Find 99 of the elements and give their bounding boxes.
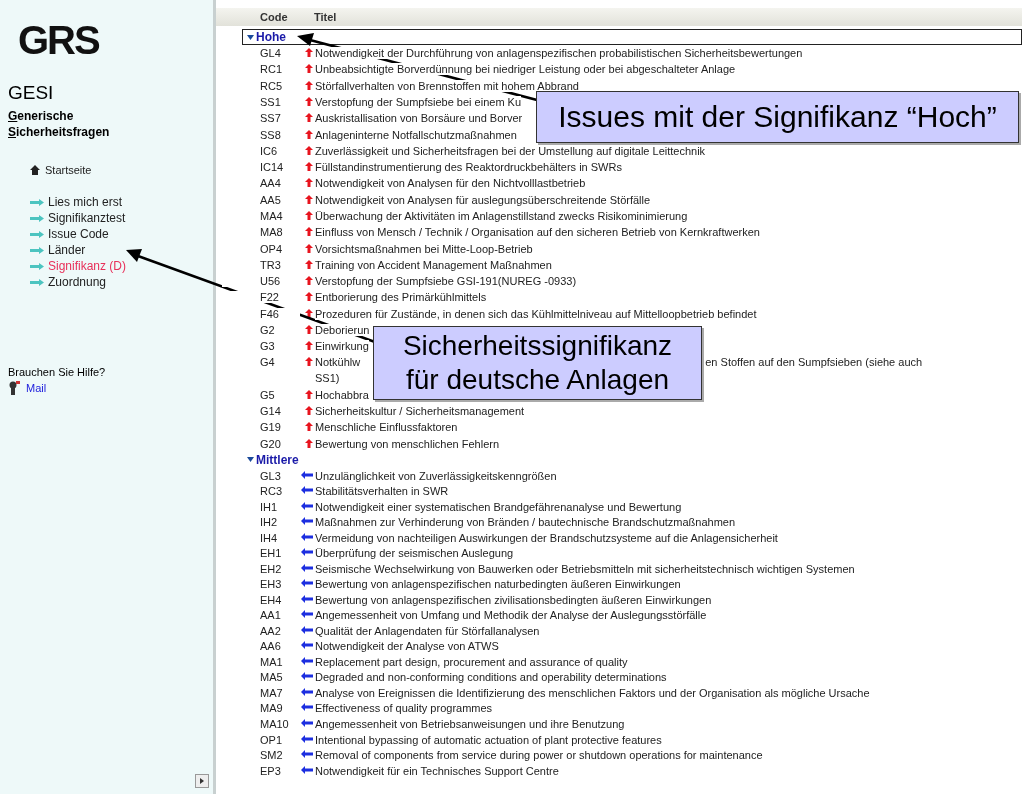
title-cell: Hochabbra (315, 388, 369, 401)
title-cell: Training von Accident Management Maßnahmen (315, 258, 552, 271)
app-title: GESI (8, 82, 54, 104)
title-cell: Qualität der Anlagendaten für Störfallanalysen (315, 624, 540, 637)
title-cell: Notkühlw (315, 356, 361, 369)
left-arrow-icon (301, 548, 313, 557)
expand-triangle-icon (247, 457, 254, 463)
title-cell: Einfluss von Mensch / Technik / Organisation auf den sicheren Betrieb von Kernkraftwerken (315, 226, 760, 239)
arrow-icon (30, 230, 44, 238)
logo: GRS (18, 20, 99, 60)
title-cell: Bewertung von anlagenspezifischen naturbedingten äußeren Einwirkungen (315, 578, 681, 591)
group-header[interactable]: Mittlere (242, 451, 1022, 468)
left-arrow-icon (301, 579, 313, 588)
left-arrow-icon (301, 687, 313, 696)
nav-link[interactable]: Zuordnung (48, 274, 107, 290)
title-cell: Angemessenheit von Betriebsanweisungen und ihre Benutzung (315, 718, 625, 730)
title-cell: Removal of components from service during power or shutdown operations for maintenance (315, 749, 763, 762)
title-cell: Sicherheitskultur / Sicherheitsmanagement (315, 405, 525, 418)
left-arrow-icon (301, 517, 313, 526)
subtitle: Generische Sicherheitsfragen (8, 108, 110, 140)
left-arrow-icon (301, 470, 313, 479)
title-cell: Stabilitätsverhalten in SWR (315, 485, 449, 498)
home-link[interactable]: Startseite (45, 164, 92, 176)
arrow-icon (30, 246, 44, 254)
group-header[interactable]: Hohe (242, 29, 1022, 45)
left-arrow-icon (301, 532, 313, 541)
expand-triangle-icon (247, 34, 254, 40)
left-arrow-icon (301, 703, 313, 712)
title-cell: Auskristallisation von Borsäure und Borver (315, 112, 523, 125)
mail-link[interactable]: Mail (26, 382, 47, 394)
title-cell: Vermeidung von nachteiligen Auswirkungen der Brandschutzsysteme auf die Anlagensicherheit (315, 531, 778, 544)
callout-text: Sicherheitssignifikanz (401, 329, 674, 363)
arrow-icon (30, 278, 44, 286)
left-arrow-icon (301, 734, 313, 743)
title-cell: Degraded and non-conforming conditions and operability determinations (315, 671, 667, 684)
title-cell: Notwendigkeit für ein Technisches Support Centre (315, 764, 559, 777)
left-arrow-icon (301, 765, 313, 774)
mail-person-icon (8, 381, 20, 395)
nav-link[interactable]: Signifikanztest (48, 210, 126, 226)
title-cell: Notwendigkeit einer systematischen Brandgefährenanalyse und Bewertung (315, 500, 682, 513)
title-cell: Seismische Wechselwirkung von Bauwerken oder Betriebsmitteln mit sicherheitstechnisch wichtigen Systemen (315, 562, 855, 575)
title-cell: Maßnahmen zur Verhinderung von Bränden / bautechnische Brandschutzmaßnahmen (315, 516, 736, 529)
title-cell: Notwendigkeit der Durchführung von anlagenspezifischen probabilistischen Sicherheitsbewertungen (315, 47, 803, 60)
arrow-icon (30, 198, 44, 206)
title-cell: Entborierung des Primärkühlmittels (315, 291, 487, 304)
left-arrow-icon (301, 656, 313, 665)
title-cell: SS1) (315, 372, 340, 385)
title-cell: Replacement part design, procurement and assurance of quality (315, 655, 628, 668)
nav-link[interactable]: Lies mich erst (48, 194, 123, 210)
left-arrow-icon (301, 750, 313, 759)
scroll-arrow-button[interactable] (195, 774, 209, 788)
title-cell: Überwachung der Aktivitäten im Anlagenstillstand zwecks Risikominimierung (315, 209, 688, 222)
group-label: Hohe (256, 30, 286, 44)
title-cell: Füllstandinstrumentierung des Reaktordruckbehälters in SWRs (315, 161, 622, 174)
title-cell: Notwendigkeit der Analyse von ATWS (315, 640, 499, 653)
arrow-icon (30, 214, 44, 222)
title-cell: Unzulänglichkeit von Zuverlässigkeitskenngrößen (315, 469, 557, 482)
group-label: Mittlere (256, 452, 299, 467)
title-cell: Deborierun (315, 323, 370, 336)
title-cell: en Stoffen auf den Sumpfsieben (siehe auch (705, 356, 923, 369)
title-cell: Überprüfung der seismischen Auslegung (315, 547, 514, 560)
title-cell: Verstopfung der Sumpfsiebe bei einem Ku (315, 96, 522, 108)
title-cell: Angemessenheit von Umfang und Methodik der Analyse der Auslegungsstörfälle (315, 609, 707, 622)
title-cell: Notwendigkeit von Analysen für auslegungsüberschreitende Störfälle (315, 193, 651, 206)
title-cell: Analyse von Ereignissen die Identifizierung des menschlichen Faktors und der Organisation als mögliche Ursache (315, 686, 870, 699)
left-arrow-icon (301, 719, 313, 727)
nav-link[interactable]: Länder (48, 242, 86, 258)
callout-text: Issues mit der Signifikanz “Hoch” (557, 99, 998, 135)
title-cell: Störfallverhalten von Brennstoffen mit hohem Abbrand (315, 79, 579, 92)
title-cell: Vorsichtsmaßnahmen bei Mitte-Loop-Betrieb (315, 242, 533, 255)
title-cell: Notwendigkeit von Analysen für den Nichtvolllastbetrieb (315, 177, 586, 190)
title-cell: Effectiveness of quality programmes (315, 702, 493, 715)
nav-link[interactable]: Signifikanz (D) (48, 258, 127, 274)
left-arrow-icon (301, 641, 313, 650)
title-cell: Intentional bypassing of automatic actuation of plant protective features (315, 733, 662, 746)
title-cell: Zuverlässigkeit und Sicherheitsfragen bei der Umstellung auf digitale Leittechnik (315, 144, 706, 157)
title-cell: Bewertung von menschlichen Fehlern (315, 437, 500, 450)
column-header[interactable]: Code (260, 11, 296, 23)
left-arrow-icon (301, 672, 313, 681)
left-arrow-icon (301, 486, 313, 495)
column-header[interactable]: Titel (314, 11, 337, 23)
arrow-icon (30, 262, 44, 270)
title-cell: Anlageninterne Notfallschutzmaßnahmen (315, 128, 517, 141)
callout-text: für deutsche Anlagen (404, 363, 671, 397)
title-cell: Prozeduren für Zustände, in denen sich das Kühlmittelniveau auf Mittelloopbetrieb befindet (315, 307, 757, 320)
title-cell: Bewertung von anlagenspezifischen zivilisationsbedingten äußeren Einwirkungen (315, 593, 712, 606)
left-arrow-icon (301, 594, 313, 603)
title-cell: Menschliche Einflussfaktoren (315, 421, 458, 434)
left-arrow-icon (301, 563, 313, 572)
house-icon (30, 165, 40, 175)
title-cell: Unbeabsichtigte Borverdünnung bei niedriger Leistung oder bei abgeschalteter Anlage (315, 63, 736, 76)
left-arrow-icon (301, 625, 313, 634)
title-cell: Verstopfung der Sumpfsiebe GSI-191(NUREG -0933) (315, 275, 577, 288)
triangle-icon (200, 778, 204, 784)
nav-link[interactable]: Issue Code (48, 226, 109, 242)
help-text: Brauchen Sie Hilfe? (8, 366, 106, 378)
left-arrow-icon (301, 610, 313, 619)
title-cell: Einwirkung (315, 340, 369, 353)
left-arrow-icon (301, 501, 313, 510)
